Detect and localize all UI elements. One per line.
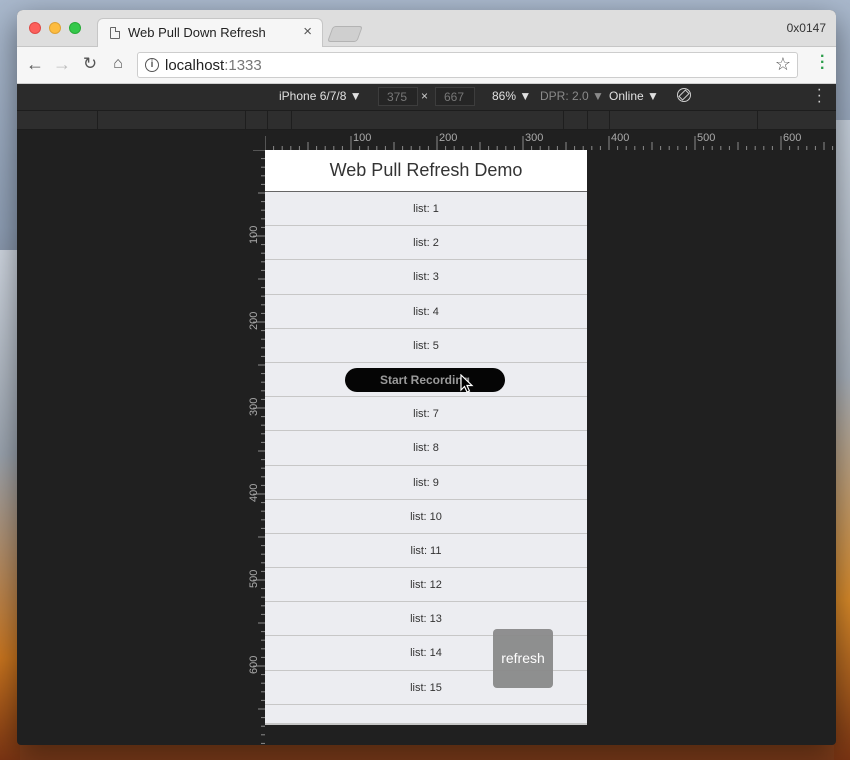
start-recording-button[interactable]: Start Recording [345,368,505,392]
url-port: :1333 [224,57,262,74]
media-query-segment[interactable] [267,111,268,129]
viewport-edge [265,723,587,725]
ruler-label: 300 [525,132,544,144]
home-icon[interactable]: ⌂ [108,54,128,74]
ruler-label: 600 [248,655,260,674]
address-bar[interactable]: i localhost:1333 ☆ [137,52,798,78]
device-select[interactable]: iPhone 6/7/8 ▼ [279,89,362,103]
media-query-segment[interactable] [757,111,758,129]
media-query-segment[interactable] [609,111,610,129]
reload-icon[interactable]: ↻ [80,54,100,74]
browser-window: Web Pull Down Refresh × 0x0147 ← → ↻ ⌂ i… [17,10,836,745]
horizontal-ruler: 100 200 300 400 500 600 [265,130,836,150]
width-input[interactable]: 375 [378,87,418,106]
tab-title: Web Pull Down Refresh [128,25,266,40]
url-host: localhost [165,57,225,74]
list-item[interactable]: list: 1 [265,192,587,227]
media-query-segment[interactable] [97,111,98,129]
media-query-segment[interactable] [245,111,246,129]
list-item[interactable]: list: 8 [265,431,587,466]
dpr-select[interactable]: DPR: 2.0 ▼ [540,89,604,103]
more-options-icon[interactable]: · · · [817,82,822,110]
tab-close-icon[interactable]: × [303,23,312,41]
tab-strip: Web Pull Down Refresh × 0x0147 [17,10,836,47]
list-item[interactable]: list: 11 [265,534,587,569]
url-text[interactable]: localhost:1333 [165,57,262,74]
new-tab-button[interactable] [327,26,363,42]
ruler-label: 300 [248,397,260,416]
list-item[interactable]: list: 4 [265,295,587,329]
ruler-label: 500 [697,132,716,144]
ruler-label: 400 [611,132,630,144]
dimension-separator: × [421,89,429,103]
bookmark-star-icon[interactable]: ☆ [775,54,791,75]
list-item[interactable]: list: 2 [265,226,587,261]
height-input[interactable]: 667 [435,87,475,106]
forward-arrow-icon[interactable]: → [52,54,72,74]
list-item[interactable]: list: 12 [265,568,587,603]
refresh-button[interactable]: refresh [493,629,553,688]
back-arrow-icon[interactable]: ← [25,54,45,74]
item-list: list: 1 list: 2 list: 3 list: 4 list: 5 … [265,192,587,705]
vertical-ruler: 100 200 300 400 500 600 [248,150,265,745]
info-icon[interactable]: i [145,58,159,72]
close-window-button[interactable] [29,22,41,34]
browser-toolbar: ← → ↻ ⌂ i localhost:1333 ☆ · · · [17,47,836,84]
maximize-window-button[interactable] [69,22,81,34]
device-toolbar: iPhone 6/7/8 ▼ 375 × 667 86% ▼ DPR: 2.0 … [17,82,836,110]
media-query-segment[interactable] [291,111,292,129]
ruler-label: 600 [783,132,802,144]
ruler-label: 400 [248,483,260,502]
list-item[interactable]: list: 7 [265,397,587,432]
media-query-bar [17,110,836,130]
ruler-ticks [265,136,834,150]
tab-web-pull-down-refresh[interactable]: Web Pull Down Refresh × [97,18,323,47]
desktop-wallpaper-right [834,120,850,760]
ruler-label: 100 [248,225,260,244]
window-id: 0x0147 [786,21,826,35]
mouse-cursor-icon [460,374,474,393]
list-item[interactable]: list: 5 [265,329,587,363]
ruler-label: 500 [248,569,260,588]
ruler-label: 100 [353,132,372,144]
list-item[interactable]: list: 9 [265,466,587,500]
network-throttle-select[interactable]: Online ▼ [609,89,659,103]
list-item[interactable]: list: 3 [265,260,587,295]
minimize-window-button[interactable] [49,22,61,34]
browser-menu-icon[interactable]: · · · [820,49,825,77]
list-item[interactable]: list: 10 [265,500,587,534]
rotate-icon[interactable] [677,88,691,102]
device-viewport: Web Pull Refresh Demo list: 1 list: 2 li… [265,150,587,723]
media-query-segment[interactable] [587,111,588,129]
zoom-select[interactable]: 86% ▼ [492,89,531,103]
ruler-label: 200 [248,311,260,330]
document-icon [110,27,120,39]
ruler-label: 200 [439,132,458,144]
page-title: Web Pull Refresh Demo [265,150,587,192]
media-query-segment[interactable] [563,111,564,129]
